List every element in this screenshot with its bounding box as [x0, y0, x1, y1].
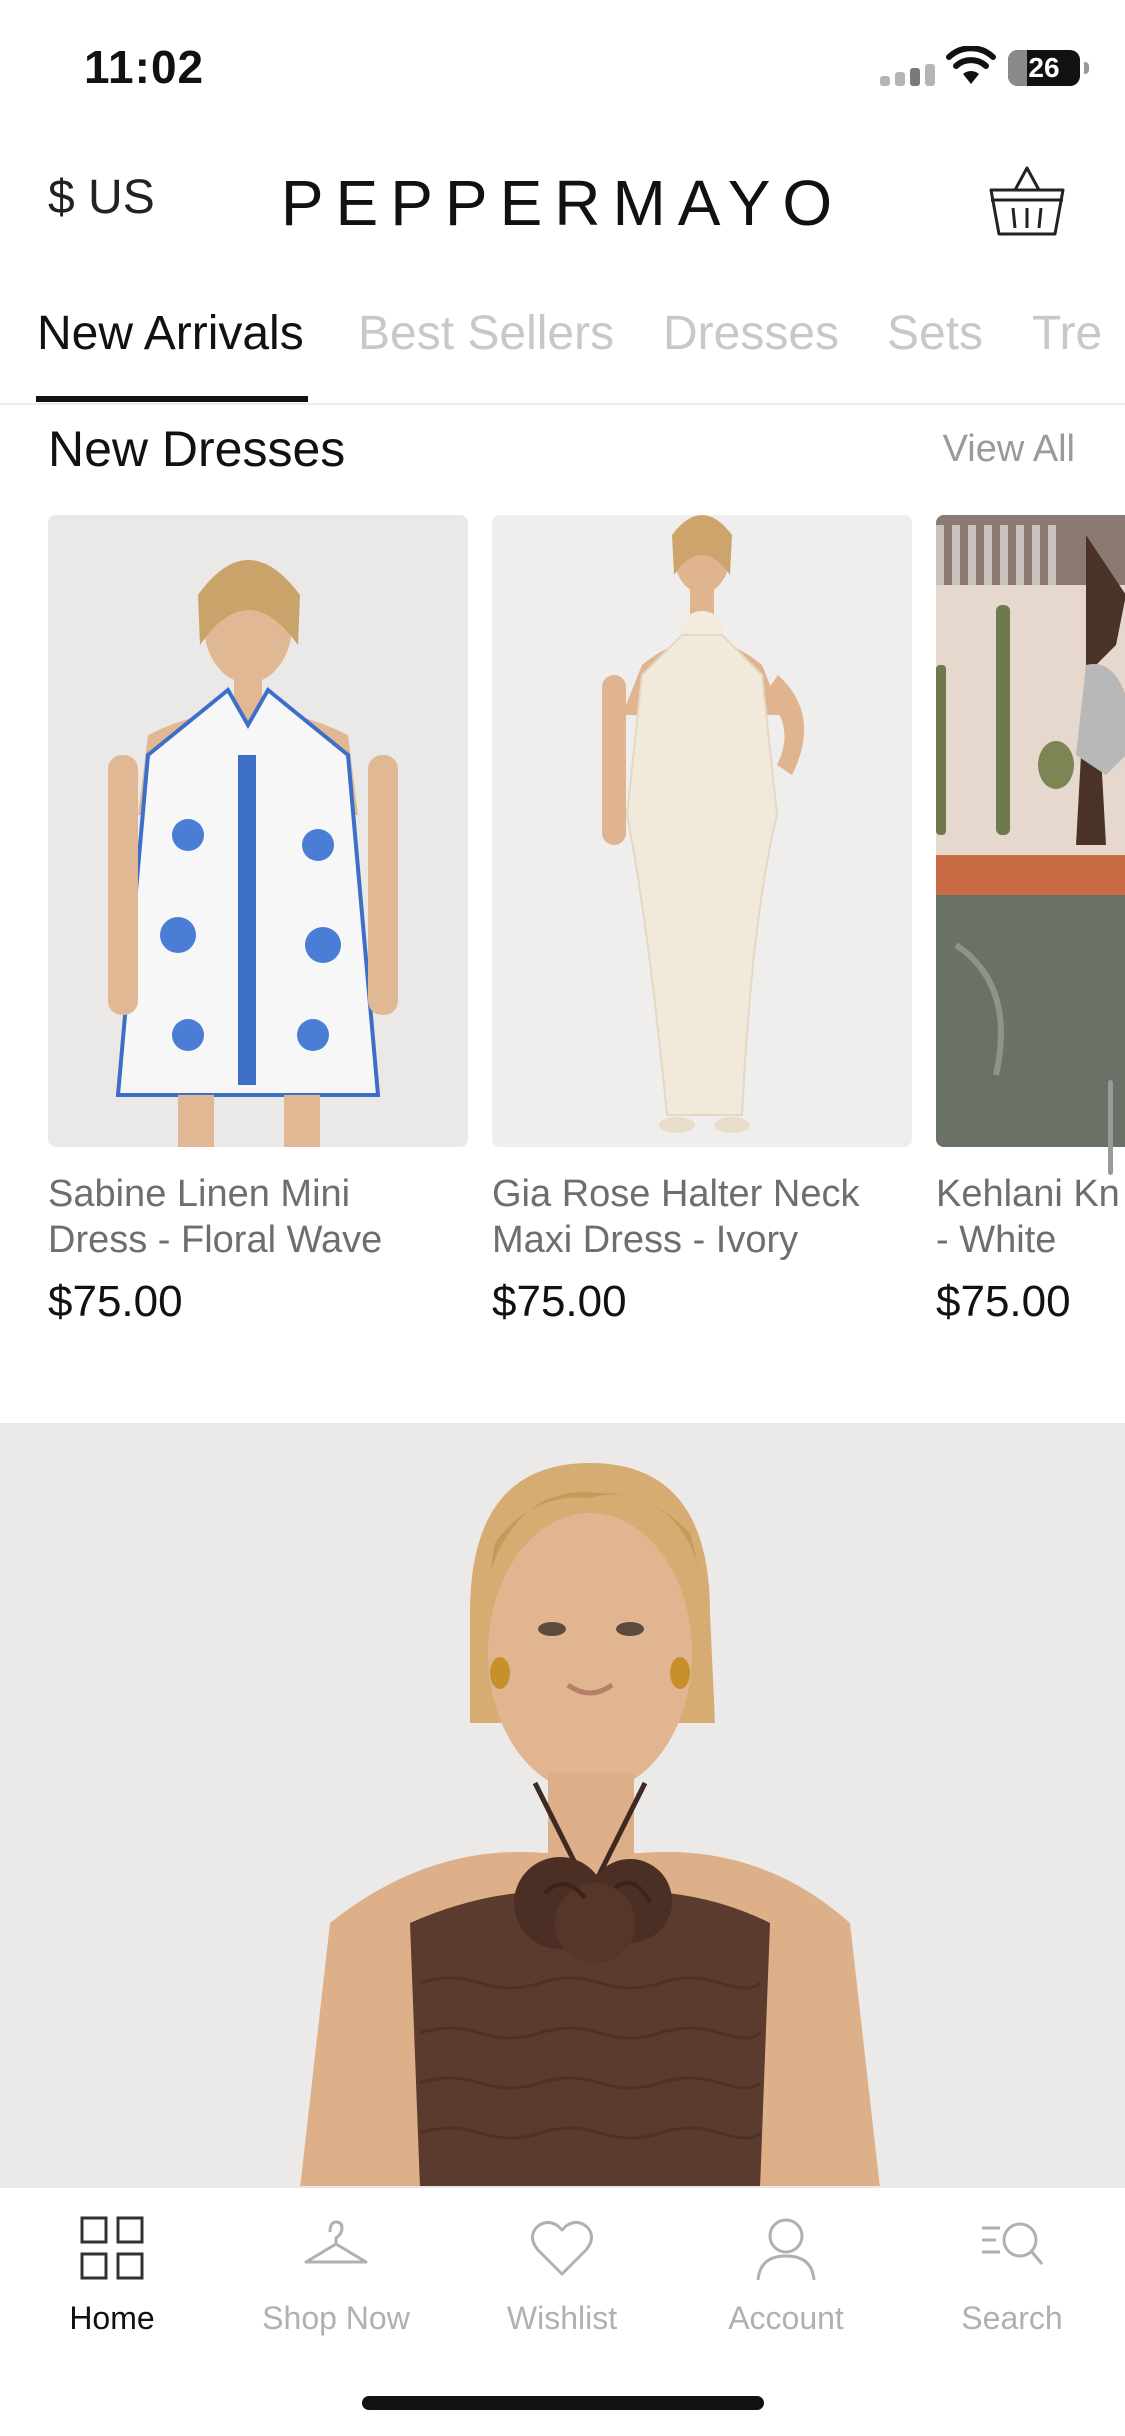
battery-level	[1008, 50, 1027, 86]
nav-label: Shop Now	[262, 2300, 410, 2336]
product-name[interactable]: Kehlani Kn - White	[936, 1171, 1125, 1263]
hero-banner[interactable]	[0, 1423, 1125, 2188]
product-name[interactable]: Sabine Linen Mini Dress - Floral Wave	[48, 1171, 470, 1263]
active-tab-indicator	[36, 396, 308, 402]
product-price: $75.00	[48, 1277, 183, 1326]
nav-wishlist[interactable]: Wishlist	[452, 2214, 672, 2337]
product-photo-floral-dress	[48, 515, 468, 1147]
product-name-line2: Maxi Dress - Ivory	[492, 1219, 799, 1261]
heart-icon	[531, 2221, 593, 2276]
product-price: $75.00	[492, 1277, 627, 1326]
product-photo-ivory-dress	[492, 515, 912, 1147]
user-icon	[756, 2218, 816, 2281]
product-name[interactable]: Gia Rose Halter Neck Maxi Dress - Ivory	[492, 1171, 914, 1263]
product-carousel[interactable]: Sabine Linen Mini Dress - Floral Wave $7…	[0, 515, 1125, 1335]
product-name-line2: Dress - Floral Wave	[48, 1219, 383, 1261]
hero-photo-brown-halter-top	[0, 1423, 1125, 2188]
section-title: New Dresses	[48, 421, 346, 477]
product-image[interactable]	[936, 515, 1125, 1147]
nav-search[interactable]: Search	[902, 2214, 1122, 2337]
scroll-indicator[interactable]	[1108, 1080, 1113, 1175]
nav-label: Home	[69, 2300, 155, 2336]
product-name-line1: Kehlani Kn	[936, 1173, 1120, 1215]
view-all-link[interactable]: View All	[943, 428, 1075, 471]
home-indicator	[362, 2396, 764, 2410]
product-image[interactable]	[492, 515, 912, 1147]
nav-account[interactable]: Account	[676, 2214, 896, 2337]
grid-icon	[80, 2216, 144, 2280]
tab-trending[interactable]: Tre	[1032, 306, 1102, 361]
nav-shop-now[interactable]: Shop Now	[226, 2214, 446, 2337]
tab-new-arrivals[interactable]: New Arrivals	[37, 306, 304, 361]
tab-best-sellers[interactable]: Best Sellers	[358, 306, 614, 361]
product-name-line2: - White	[936, 1219, 1057, 1261]
product-card[interactable]: Gia Rose Halter Neck Maxi Dress - Ivory …	[492, 515, 914, 1327]
product-name-line1: Sabine Linen Mini	[48, 1173, 351, 1215]
nav-label: Wishlist	[506, 2300, 618, 2336]
product-card[interactable]: Kehlani Kn - White $75.00	[936, 515, 1125, 1327]
tab-dresses[interactable]: Dresses	[663, 306, 839, 361]
cart-icon[interactable]	[985, 160, 1069, 244]
status-time: 11:02	[84, 41, 205, 93]
brand-logo[interactable]: PEPPERMAYO	[0, 166, 1125, 240]
app-header: $ US PEPPERMAYO	[0, 140, 1125, 260]
product-image[interactable]	[48, 515, 468, 1147]
product-card[interactable]: Sabine Linen Mini Dress - Floral Wave $7…	[48, 515, 470, 1327]
product-name-line1: Gia Rose Halter Neck	[492, 1173, 860, 1215]
battery-percent: 26	[1028, 52, 1060, 83]
category-tabs: New Arrivals Best Sellers Dresses Sets T…	[0, 280, 1125, 405]
nav-home[interactable]: Home	[2, 2214, 222, 2337]
product-price: $75.00	[936, 1277, 1071, 1326]
cellular-signal-icon	[880, 64, 935, 86]
battery-icon: 26	[1008, 50, 1089, 86]
nav-label: Search	[961, 2300, 1063, 2336]
search-list-icon	[982, 2222, 1044, 2265]
wifi-icon	[946, 46, 996, 84]
product-photo-poolside-dress	[936, 515, 1125, 1147]
hanger-icon	[304, 2220, 368, 2264]
nav-label: Account	[728, 2300, 844, 2336]
tab-sets[interactable]: Sets	[887, 306, 983, 361]
status-bar: 11:02 26	[0, 0, 1125, 140]
